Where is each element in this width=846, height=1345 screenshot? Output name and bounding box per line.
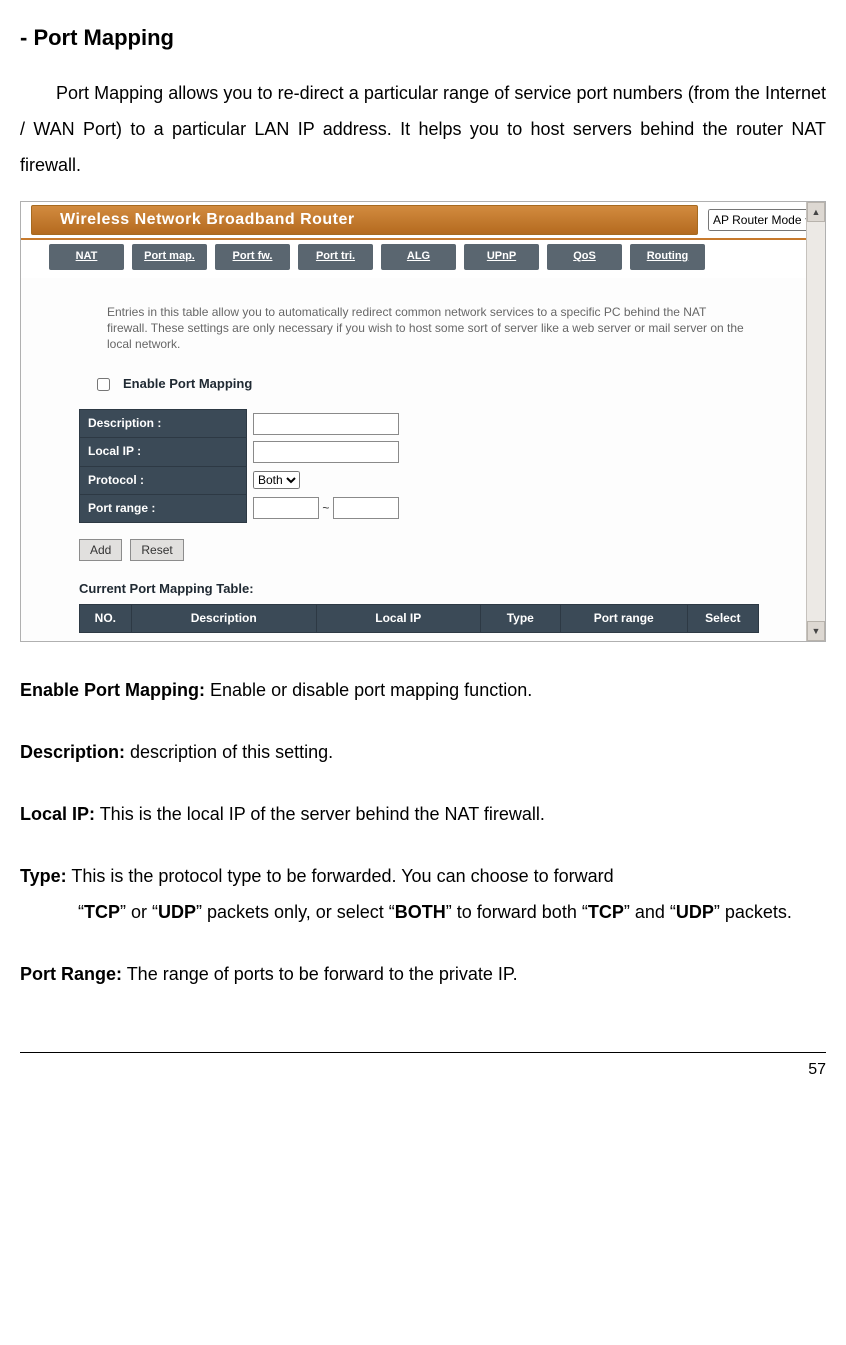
- enable-port-mapping-checkbox[interactable]: [97, 378, 110, 391]
- def-local-ip-text: This is the local IP of the server behin…: [95, 804, 545, 824]
- port-range-separator: ~: [322, 501, 329, 515]
- intro-paragraph: Port Mapping allows you to re-direct a p…: [20, 75, 826, 183]
- def-enable-text: Enable or disable port mapping function.: [205, 680, 532, 700]
- reset-button[interactable]: Reset: [130, 539, 183, 561]
- tab-nat[interactable]: NAT: [49, 244, 124, 270]
- scroll-up-icon[interactable]: ▲: [807, 202, 825, 222]
- label-local-ip: Local IP :: [80, 438, 247, 466]
- def-type: Type: This is the protocol type to be fo…: [20, 858, 826, 930]
- add-button[interactable]: Add: [79, 539, 122, 561]
- router-screenshot: Wireless Network Broadband Router AP Rou…: [20, 201, 826, 642]
- scroll-down-icon[interactable]: ▼: [807, 621, 825, 641]
- def-enable-term: Enable Port Mapping:: [20, 680, 205, 700]
- def-enable: Enable Port Mapping: Enable or disable p…: [20, 672, 826, 708]
- enable-port-mapping-label: Enable Port Mapping: [123, 374, 252, 395]
- mode-select[interactable]: AP Router Mode: [708, 209, 819, 231]
- select-protocol[interactable]: Both: [253, 471, 300, 489]
- vertical-scrollbar[interactable]: ▲ ▼: [806, 202, 825, 641]
- col-local-ip: Local IP: [316, 604, 480, 632]
- nav-tabs: NAT Port map. Port fw. Port tri. ALG UPn…: [21, 240, 825, 278]
- col-port-range: Port range: [560, 604, 687, 632]
- col-type: Type: [480, 604, 560, 632]
- mapping-table: NO. Description Local IP Type Port range…: [79, 604, 759, 633]
- input-port-end[interactable]: [333, 497, 399, 519]
- def-port-range: Port Range: The range of ports to be for…: [20, 956, 826, 992]
- input-description[interactable]: [253, 413, 399, 435]
- tab-alg[interactable]: ALG: [381, 244, 456, 270]
- def-description-term: Description:: [20, 742, 125, 762]
- tab-routing[interactable]: Routing: [630, 244, 705, 270]
- router-title-bar: Wireless Network Broadband Router: [31, 205, 698, 235]
- input-port-start[interactable]: [253, 497, 319, 519]
- def-port-range-term: Port Range:: [20, 964, 122, 984]
- col-select: Select: [687, 604, 758, 632]
- section-heading: - Port Mapping: [20, 20, 826, 55]
- def-local-ip-term: Local IP:: [20, 804, 95, 824]
- tab-port-map[interactable]: Port map.: [132, 244, 207, 270]
- mapping-table-title: Current Port Mapping Table:: [79, 579, 815, 600]
- def-local-ip: Local IP: This is the local IP of the se…: [20, 796, 826, 832]
- def-description-text: description of this setting.: [125, 742, 333, 762]
- def-type-term: Type:: [20, 866, 67, 886]
- input-local-ip[interactable]: [253, 441, 399, 463]
- tab-port-fw[interactable]: Port fw.: [215, 244, 290, 270]
- def-description: Description: description of this setting…: [20, 734, 826, 770]
- label-description: Description :: [80, 410, 247, 438]
- page-help-text: Entries in this table allow you to autom…: [107, 304, 747, 353]
- settings-form: Description : Local IP : Protocol : Both…: [79, 409, 406, 523]
- tab-upnp[interactable]: UPnP: [464, 244, 539, 270]
- tab-qos[interactable]: QoS: [547, 244, 622, 270]
- def-port-range-text: The range of ports to be forward to the …: [122, 964, 518, 984]
- label-protocol: Protocol :: [80, 466, 247, 494]
- col-description: Description: [131, 604, 316, 632]
- label-port-range: Port range :: [80, 494, 247, 522]
- page-number: 57: [20, 1052, 826, 1083]
- tab-port-tri[interactable]: Port tri.: [298, 244, 373, 270]
- col-no: NO.: [80, 604, 132, 632]
